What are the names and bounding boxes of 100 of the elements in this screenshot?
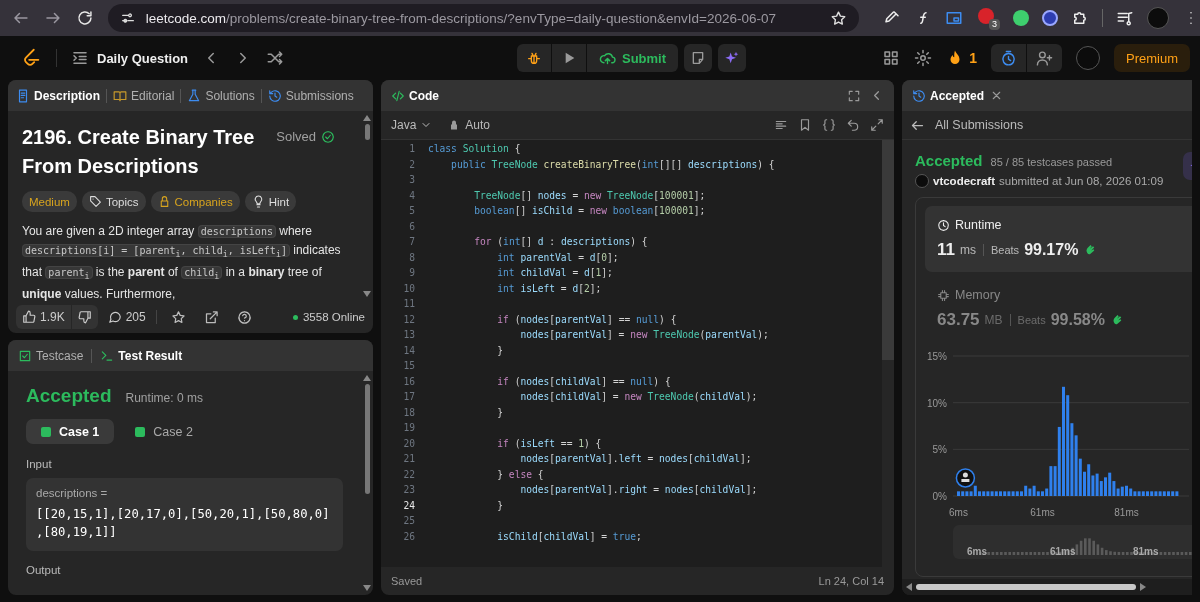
tag-button[interactable]: Hint xyxy=(244,191,297,212)
histogram-bar[interactable] xyxy=(1095,473,1099,496)
histogram-bar[interactable] xyxy=(1133,491,1137,496)
histogram-bar[interactable] xyxy=(1087,464,1091,496)
language-dropdown[interactable]: Java xyxy=(391,118,433,132)
scroll-right-icon[interactable] xyxy=(1140,583,1146,591)
range-overview[interactable]: 6ms 61ms 81ms xyxy=(953,525,1192,559)
histogram-bar[interactable] xyxy=(1078,458,1082,496)
histogram-bar[interactable] xyxy=(973,485,977,496)
share-icon[interactable] xyxy=(203,309,219,325)
histogram-bar[interactable] xyxy=(1053,466,1057,496)
histogram-bar[interactable] xyxy=(969,491,973,496)
histogram-bar[interactable] xyxy=(1125,485,1128,496)
scrollbar[interactable] xyxy=(902,579,1192,595)
histogram-bar[interactable] xyxy=(1083,471,1086,496)
histogram-bar[interactable] xyxy=(1175,491,1179,496)
case-tab[interactable]: Case 1 xyxy=(26,419,115,444)
histogram-bar[interactable] xyxy=(1129,488,1133,496)
username[interactable]: vtcodecraft xyxy=(933,175,995,187)
histogram-bar[interactable] xyxy=(1015,491,1019,496)
add-user-button[interactable] xyxy=(1027,44,1062,72)
metric-card[interactable]: Memory 63.75 MB Beats 99.58% xyxy=(925,276,1192,342)
reset-icon[interactable] xyxy=(846,118,860,132)
histogram-bar[interactable] xyxy=(1028,488,1032,496)
scroll-up-icon[interactable] xyxy=(363,115,371,121)
scrollbar-thumb[interactable] xyxy=(916,584,1136,590)
scroll-down-icon[interactable] xyxy=(363,585,371,591)
panel-tab[interactable]: Accepted xyxy=(912,88,985,103)
histogram-bar[interactable] xyxy=(1032,485,1036,496)
scroll-up-icon[interactable] xyxy=(363,375,371,381)
avatar[interactable] xyxy=(1147,7,1169,29)
histogram-bar[interactable] xyxy=(1137,491,1141,496)
histogram-bar[interactable] xyxy=(1049,466,1053,496)
histogram-bar[interactable] xyxy=(1158,491,1162,496)
like-button[interactable]: 1.9K xyxy=(16,305,71,329)
histogram-bar[interactable] xyxy=(990,491,994,496)
histogram-bar[interactable] xyxy=(1162,491,1166,496)
settings-icon[interactable] xyxy=(914,49,933,67)
cursor-extension-icon[interactable] xyxy=(1013,10,1029,26)
list-icon[interactable] xyxy=(71,49,89,67)
histogram-bar[interactable] xyxy=(1154,491,1158,496)
streak-counter[interactable]: 1 xyxy=(946,49,977,67)
picture-in-picture-icon[interactable] xyxy=(945,9,963,27)
notes-button[interactable] xyxy=(684,44,713,72)
tag-button[interactable]: Companies xyxy=(150,191,240,212)
submit-button[interactable]: Submit xyxy=(587,44,679,72)
histogram-bar[interactable] xyxy=(994,491,998,496)
histogram-bar[interactable] xyxy=(1066,395,1070,496)
shuffle-icon[interactable] xyxy=(266,49,285,67)
histogram-bar[interactable] xyxy=(1011,491,1015,496)
histogram-bar[interactable] xyxy=(961,491,965,496)
panel-tab[interactable]: Code xyxy=(391,88,439,103)
run-button[interactable] xyxy=(552,44,586,72)
histogram-bar[interactable] xyxy=(1057,426,1061,496)
avatar[interactable] xyxy=(1076,46,1100,70)
histogram-bar[interactable] xyxy=(1150,491,1154,496)
autocomplete-mode[interactable]: Auto xyxy=(448,118,491,132)
histogram-bar[interactable] xyxy=(1171,491,1175,496)
scroll-down-icon[interactable] xyxy=(363,291,371,297)
panel-tab[interactable]: Submissions xyxy=(267,88,354,103)
histogram-bar[interactable] xyxy=(1112,481,1116,496)
dislike-button[interactable] xyxy=(71,305,98,329)
histogram-bar[interactable] xyxy=(1091,475,1095,496)
panel-tab[interactable]: Description xyxy=(16,88,100,103)
comments-button[interactable]: 205 xyxy=(107,310,146,324)
histogram-bar[interactable] xyxy=(1108,472,1112,496)
histogram-bar[interactable] xyxy=(1074,435,1078,496)
panel-tab[interactable]: Editorial xyxy=(113,88,175,103)
bookmark-star-icon[interactable] xyxy=(830,9,847,27)
puzzle-icon[interactable] xyxy=(1071,9,1089,27)
panel-tab[interactable]: Test Result xyxy=(100,348,183,363)
histogram-bar[interactable] xyxy=(1099,481,1103,496)
histogram-bar[interactable] xyxy=(1024,485,1028,496)
user-marker[interactable] xyxy=(955,468,976,488)
site-info-icon[interactable] xyxy=(119,10,136,26)
scrollbar-thumb[interactable] xyxy=(364,384,370,494)
histogram-bar[interactable] xyxy=(1007,491,1011,496)
premium-button[interactable]: Premium xyxy=(1114,44,1190,72)
media-list-icon[interactable] xyxy=(1116,9,1134,27)
expand-icon[interactable] xyxy=(870,118,884,132)
histogram-bar[interactable] xyxy=(1116,488,1120,496)
panel-tab[interactable]: Testcase xyxy=(18,348,84,363)
histogram-bar[interactable] xyxy=(1036,491,1040,496)
panel-tab[interactable]: Solutions xyxy=(187,88,255,103)
scrollbar-thumb[interactable] xyxy=(364,124,370,140)
metric-card[interactable]: Runtime 11 ms Beats 99.17% xyxy=(925,206,1192,272)
scrollbar[interactable] xyxy=(882,140,894,567)
histogram-bar[interactable] xyxy=(1120,486,1124,496)
problem-list-title[interactable]: Daily Question xyxy=(97,50,189,66)
fullscreen-icon[interactable] xyxy=(847,88,861,103)
reload-icon[interactable] xyxy=(75,9,94,27)
help-icon[interactable] xyxy=(236,309,252,325)
scroll-left-icon[interactable] xyxy=(906,583,912,591)
case-tab[interactable]: Case 2 xyxy=(120,419,208,444)
debug-button[interactable] xyxy=(517,44,551,72)
address-bar[interactable]: leetcode.com/problems/create-binary-tree-from-descriptions/?envType=daily-question&envId=2026-06-07 xyxy=(107,4,859,32)
histogram-bar[interactable] xyxy=(1070,423,1074,496)
back-link[interactable]: All Submissions xyxy=(910,117,1024,133)
tag-button[interactable]: Topics xyxy=(81,191,146,212)
format-icon[interactable] xyxy=(774,118,788,132)
